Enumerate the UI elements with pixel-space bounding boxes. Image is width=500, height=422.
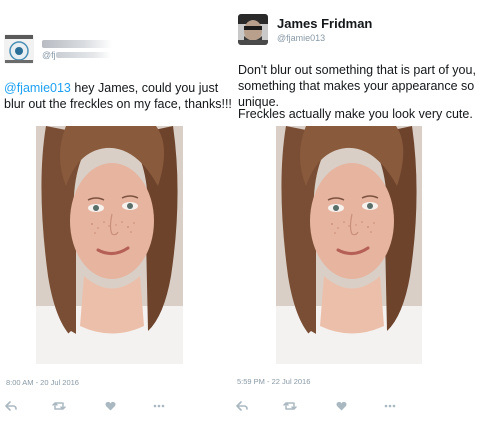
heart-icon[interactable] xyxy=(103,399,117,413)
tweet-photo[interactable] xyxy=(276,126,422,364)
right-tweet: James Fridman @fjamie013 Don't blur out … xyxy=(236,0,500,422)
redacted-handle xyxy=(56,52,111,58)
user-avatar[interactable] xyxy=(238,14,268,45)
retweet-icon[interactable] xyxy=(283,399,297,413)
user-handle[interactable]: @fjamie013 xyxy=(277,33,325,43)
tweet-text-paragraph-1: Don't blur out something that is part of… xyxy=(238,63,476,109)
user-display-name[interactable]: James Fridman xyxy=(277,16,372,31)
tweet-actions xyxy=(235,399,397,413)
heart-icon[interactable] xyxy=(334,399,348,413)
user-handle: @fj xyxy=(42,50,56,60)
tweet-photo[interactable] xyxy=(36,126,183,364)
tweet-text-paragraph-2: Freckles actually make you look very cut… xyxy=(238,107,473,121)
redacted-name xyxy=(42,40,112,48)
tweet-text: @fjamie013 hey James, could you just blu… xyxy=(4,80,242,112)
reply-icon[interactable] xyxy=(4,399,18,413)
more-icon[interactable] xyxy=(152,399,166,413)
tweet-actions xyxy=(4,399,166,413)
tweet-timestamp[interactable]: 8:00 AM - 20 Jul 2016 xyxy=(6,378,79,387)
left-tweet: @fj @fjamie013 hey James, could you just… xyxy=(0,0,245,422)
reply-icon[interactable] xyxy=(235,399,249,413)
mention-link[interactable]: @fjamie013 xyxy=(4,81,71,95)
user-avatar[interactable] xyxy=(4,34,34,64)
tweet-timestamp[interactable]: 5:59 PM - 22 Jul 2016 xyxy=(237,377,310,386)
more-icon[interactable] xyxy=(383,399,397,413)
retweet-icon[interactable] xyxy=(52,399,66,413)
